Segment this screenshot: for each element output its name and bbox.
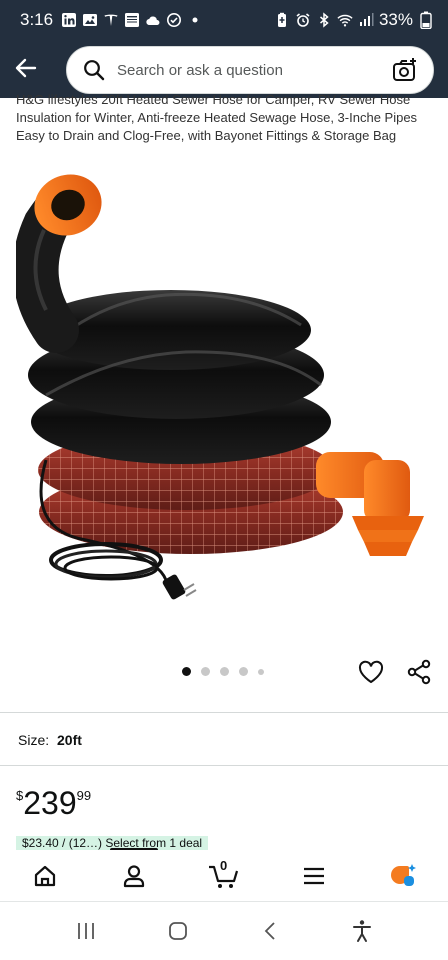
back-system-button[interactable] — [252, 913, 288, 949]
back-button[interactable] — [10, 52, 42, 84]
status-bar: 3:16 33% — [0, 0, 448, 40]
cloud-icon — [145, 12, 161, 28]
heart-icon — [358, 660, 384, 684]
bluetooth-icon — [316, 12, 332, 28]
deal-strip[interactable]: $23.40 / (12…) Select from 1 deal — [16, 836, 436, 850]
notification-icons — [61, 12, 203, 28]
hose-illustration — [12, 174, 424, 600]
signal-icon — [358, 12, 374, 28]
recents-button[interactable] — [68, 913, 104, 949]
share-icon — [407, 659, 431, 685]
divider — [0, 712, 448, 713]
battery-percent: 33% — [378, 10, 413, 29]
product-title: H&G lifestyles 20ft Heated Sewer Hose fo… — [16, 92, 418, 143]
battery-icon — [418, 11, 434, 29]
gallery-icon — [82, 12, 98, 28]
price-whole: 239 — [23, 785, 77, 821]
battery-saver-icon — [274, 12, 290, 28]
carousel-dot[interactable] — [201, 667, 210, 676]
product-price: $ 239 99 — [16, 784, 91, 822]
wishlist-button[interactable] — [356, 657, 386, 687]
price-symbol: $ — [16, 788, 24, 803]
carousel-dot[interactable] — [239, 667, 248, 676]
accessibility-icon — [353, 920, 371, 942]
dot-icon — [187, 12, 203, 28]
home-button-icon — [169, 922, 187, 940]
nav-account[interactable] — [112, 854, 156, 898]
carousel-dot[interactable] — [258, 668, 264, 675]
search-header: Search or ask a question — [0, 40, 448, 98]
recents-icon — [78, 923, 94, 939]
back-icon — [264, 922, 275, 940]
carousel-dot[interactable] — [220, 667, 229, 676]
price-fraction: 99 — [76, 788, 92, 803]
nav-ai-assistant[interactable] — [381, 854, 425, 898]
account-icon — [124, 864, 145, 887]
divider — [0, 765, 448, 766]
accessibility-button[interactable] — [344, 913, 380, 949]
size-value: 20ft — [57, 732, 82, 748]
check-circle-icon — [166, 12, 182, 28]
back-arrow-icon — [15, 58, 37, 78]
system-status: 33% — [274, 10, 434, 30]
nav-home[interactable] — [23, 854, 67, 898]
carousel-dot[interactable] — [182, 667, 191, 676]
alarm-icon — [295, 12, 311, 28]
camera-icon[interactable] — [391, 56, 419, 84]
wifi-icon — [337, 12, 353, 28]
ai-assistant-icon — [391, 863, 417, 886]
news-icon — [124, 12, 140, 28]
search-placeholder: Search or ask a question — [117, 61, 283, 79]
home-icon — [34, 865, 55, 886]
tesla-icon — [103, 12, 119, 28]
home-system-button[interactable] — [160, 913, 196, 949]
system-navigation — [0, 902, 448, 960]
image-carousel-dots[interactable] — [182, 667, 264, 676]
share-button[interactable] — [404, 657, 434, 687]
search-icon — [81, 57, 107, 83]
nav-cart[interactable]: 0 — [202, 854, 246, 898]
size-label: Size: — [18, 732, 50, 748]
menu-icon — [303, 867, 324, 884]
bottom-navigation: 0 — [0, 850, 448, 902]
nav-menu[interactable] — [292, 854, 336, 898]
linkedin-icon — [61, 12, 77, 28]
status-time: 3:16 — [20, 10, 54, 29]
cart-count: 0 — [219, 857, 228, 873]
size-selector[interactable]: Size: 20ft — [18, 732, 82, 748]
search-input[interactable]: Search or ask a question — [66, 46, 434, 94]
product-image[interactable] — [12, 160, 432, 640]
